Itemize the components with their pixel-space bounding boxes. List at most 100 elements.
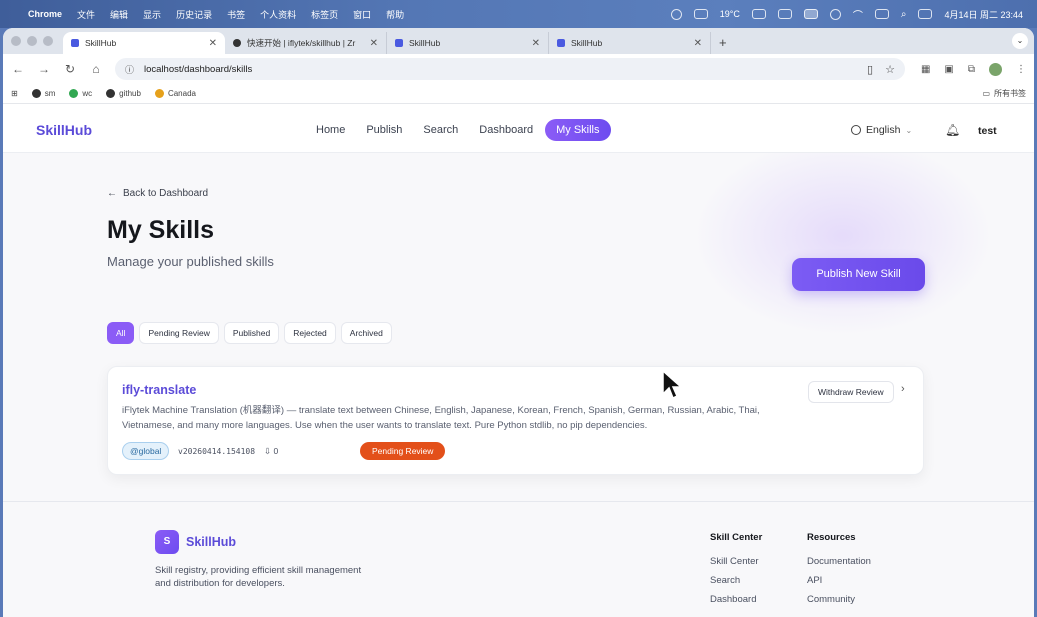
browser-toolbar: ← → ↻ ⌂ ⓘ localhost/dashboard/skills ▯ ☆…	[3, 54, 1034, 84]
back-arrow-icon[interactable]: ←	[11, 62, 25, 76]
user-name[interactable]: test	[978, 125, 997, 137]
menu-bookmarks[interactable]: 书签	[227, 8, 245, 21]
menu-view[interactable]: 显示	[143, 8, 161, 21]
footer-link-documentation[interactable]: Documentation	[807, 556, 871, 567]
skill-card[interactable]: ifly-translate iFlytek Machine Translati…	[107, 366, 924, 475]
status-icon-a[interactable]	[829, 8, 841, 20]
bookmark-wc[interactable]: wc	[69, 89, 92, 98]
close-window-button[interactable]	[11, 36, 21, 46]
publish-new-skill-button[interactable]: Publish New Skill	[792, 258, 925, 291]
wifi-icon[interactable]: ⌒	[853, 7, 863, 22]
zoom-window-button[interactable]	[43, 36, 53, 46]
browser-window: SkillHub ✕ 快速开始 | iflytek/skillhub | Zr …	[3, 28, 1034, 617]
footer-logo[interactable]: S SkillHub	[155, 530, 236, 554]
language-label: English	[866, 124, 901, 136]
spotlight-icon[interactable]: ⌕	[901, 9, 907, 20]
filter-all[interactable]: All	[107, 322, 135, 344]
reload-icon[interactable]: ↻	[63, 62, 77, 76]
doc-favicon-icon	[233, 39, 241, 47]
all-bookmarks[interactable]: ▭ 所有书签	[982, 88, 1026, 99]
sidepanel-icon[interactable]: ▣	[944, 64, 953, 75]
browser-tab-4[interactable]: SkillHub ✕	[549, 32, 711, 54]
status-icon-grid[interactable]	[693, 9, 708, 19]
site-info-icon[interactable]: ⓘ	[125, 63, 134, 76]
close-tab-icon[interactable]: ✕	[209, 38, 217, 49]
url-text[interactable]: localhost/dashboard/skills	[144, 64, 252, 75]
site-logo[interactable]: SkillHub	[36, 122, 92, 138]
nav-my-skills[interactable]: My Skills	[545, 119, 611, 141]
footer-link-skill-center[interactable]: Skill Center	[710, 556, 762, 567]
filter-archived[interactable]: Archived	[340, 322, 392, 344]
status-icon-screens[interactable]	[803, 9, 818, 19]
tab-title: SkillHub	[571, 38, 603, 48]
bookmark-star-icon[interactable]: ☆	[885, 63, 895, 76]
forward-arrow-icon[interactable]: →	[37, 62, 51, 76]
chevron-down-icon: ⌄	[905, 125, 913, 135]
nav-home[interactable]: Home	[307, 119, 354, 141]
withdraw-review-button[interactable]: Withdraw Review	[808, 381, 894, 403]
skillhub-favicon-icon	[71, 39, 79, 47]
footer-column-skill-center: Skill Center Skill Center Search Dashboa…	[710, 532, 762, 613]
back-to-dashboard-link[interactable]: ← Back to Dashboard	[107, 188, 208, 199]
nav-dashboard[interactable]: Dashboard	[470, 119, 542, 141]
footer-link-community[interactable]: Community	[807, 594, 871, 605]
menu-help[interactable]: 帮助	[386, 8, 404, 21]
menu-window[interactable]: 窗口	[353, 8, 371, 21]
clock-text[interactable]: 4月14日 周二 23:44	[944, 8, 1023, 21]
window-controls	[9, 28, 53, 54]
bookmark-label: Canada	[167, 89, 196, 98]
new-tab-button[interactable]: +	[711, 32, 735, 54]
menu-app-name[interactable]: Chrome	[28, 9, 62, 19]
profile-avatar[interactable]	[989, 62, 1002, 76]
bookmark-label: wc	[82, 89, 93, 98]
battery-icon[interactable]	[874, 9, 889, 19]
weather-text[interactable]: 19°C	[720, 9, 740, 19]
browser-tab-3[interactable]: SkillHub ✕	[387, 32, 549, 54]
extensions-puzzle-icon[interactable]: ⧉	[968, 64, 975, 75]
notification-bell-icon[interactable]: 🔔︎	[945, 123, 960, 137]
close-tab-icon[interactable]: ✕	[694, 38, 702, 49]
filter-pending-review[interactable]: Pending Review	[139, 322, 219, 344]
footer-link-dashboard[interactable]: Dashboard	[710, 594, 762, 605]
skill-name[interactable]: ifly-translate	[122, 383, 196, 397]
extension-grid-icon[interactable]: ▦	[921, 64, 930, 75]
chevron-right-icon[interactable]: ›	[901, 383, 905, 395]
version-label: v20260414.154108	[178, 447, 256, 456]
footer-link-api[interactable]: API	[807, 575, 871, 586]
language-selector[interactable]: English ⌄	[851, 124, 912, 136]
filter-published[interactable]: Published	[223, 322, 280, 344]
home-icon[interactable]: ⌂	[89, 62, 103, 76]
status-icon-r[interactable]	[670, 8, 682, 20]
page-icon[interactable]: ▯	[867, 63, 873, 76]
minimize-window-button[interactable]	[27, 36, 37, 46]
control-center-icon[interactable]	[918, 9, 933, 19]
status-icon-display[interactable]	[777, 9, 792, 19]
browser-tab-2[interactable]: 快速开始 | iflytek/skillhub | Zr ✕	[225, 32, 387, 54]
nav-publish[interactable]: Publish	[357, 119, 411, 141]
apps-grid-icon[interactable]: ⊞	[11, 89, 18, 98]
arrow-left-icon: ←	[107, 188, 117, 199]
browser-tab-1[interactable]: SkillHub ✕	[63, 32, 225, 54]
bookmark-sm[interactable]: sm	[31, 89, 56, 98]
menu-tabs[interactable]: 标签页	[311, 8, 338, 21]
page-subtitle: Manage your published skills	[107, 254, 274, 269]
bookmark-label: sm	[44, 89, 56, 98]
bookmark-github[interactable]: github	[106, 89, 141, 98]
menu-file[interactable]: 文件	[77, 8, 95, 21]
tab-title: SkillHub	[409, 38, 441, 48]
menu-edit[interactable]: 编辑	[110, 8, 128, 21]
close-tab-icon[interactable]: ✕	[532, 38, 540, 49]
more-menu-icon[interactable]: ⋮	[1016, 64, 1026, 75]
bookmark-canada[interactable]: Canada	[154, 89, 196, 98]
footer-logo-mark: S	[155, 530, 179, 554]
footer-link-search[interactable]: Search	[710, 575, 762, 586]
address-bar[interactable]: ⓘ localhost/dashboard/skills ▯ ☆	[115, 58, 905, 80]
site-nav-links: Home Publish Search Dashboard My Skills	[307, 119, 614, 141]
tab-search-chevron-icon[interactable]: ⌄	[1012, 33, 1028, 49]
filter-rejected[interactable]: Rejected	[284, 322, 336, 344]
menu-history[interactable]: 历史记录	[176, 8, 212, 21]
status-icon-toggle[interactable]	[751, 9, 766, 19]
close-tab-icon[interactable]: ✕	[370, 38, 378, 49]
nav-search[interactable]: Search	[414, 119, 467, 141]
menu-profiles[interactable]: 个人资料	[260, 8, 296, 21]
